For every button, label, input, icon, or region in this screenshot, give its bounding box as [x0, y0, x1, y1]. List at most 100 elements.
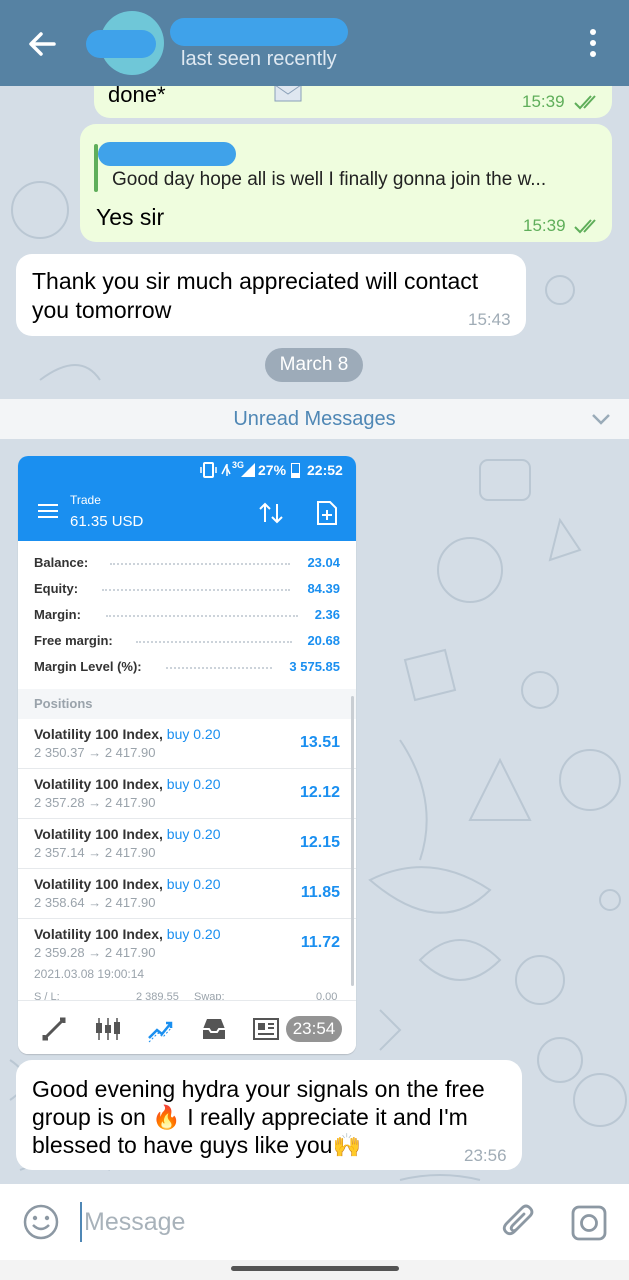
account-amount: 61.35 USD — [70, 513, 144, 530]
position-row: Volatility 100 Index, buy 0.20 2 357.14 … — [18, 819, 356, 869]
back-button[interactable] — [24, 26, 60, 62]
message-text: Yes sir — [96, 204, 165, 230]
unread-messages-bar: Unread Messages — [0, 399, 629, 439]
more-menu-button[interactable] — [580, 26, 606, 62]
position-title: Volatility 100 Index, buy 0.20 — [34, 776, 221, 792]
position-detail-cut: S / L: 2 389.55 Swap: 0.00 — [34, 991, 338, 1000]
message-text-line: Good evening hydra your signals on the f… — [32, 1076, 485, 1102]
position-prices: 2 359.28 → 2 417.90 — [34, 945, 156, 960]
position-profit: 12.15 — [299, 834, 340, 851]
reply-author-redacted — [98, 142, 236, 166]
photo-time: 23:54 — [286, 1016, 342, 1042]
dot-leader — [110, 563, 290, 565]
trade-chart-icon — [148, 1021, 173, 1043]
account-row: Free margin: 20.68 — [18, 629, 356, 655]
message-bubble-incoming[interactable]: Good evening hydra your signals on the f… — [16, 1060, 522, 1170]
account-value: 84.39 — [307, 581, 340, 596]
message-bubble-incoming[interactable]: Thank you sir much appreciated will cont… — [16, 254, 526, 336]
position-prices: 2 350.37 → 2 417.90 — [34, 745, 156, 760]
account-label: Balance: — [34, 555, 89, 570]
dot-leader — [166, 667, 272, 669]
position-row: Volatility 100 Index, buy 0.20 2 359.28 … — [18, 919, 356, 969]
position-profit: 12.12 — [299, 784, 340, 801]
camera-icon[interactable] — [570, 1204, 608, 1242]
position-row: Volatility 100 Index, buy 0.20 2 358.64 … — [18, 869, 356, 919]
account-value: 20.68 — [307, 633, 340, 648]
last-seen-status: last seen recently — [181, 48, 337, 70]
reply-quote-text[interactable]: Good day hope all is well I finally gonn… — [112, 169, 546, 191]
account-value: 2.36 — [314, 607, 340, 622]
message-time: 15:43 — [468, 310, 511, 329]
position-prices: 2 358.64 → 2 417.90 — [34, 895, 156, 910]
message-time: 15:39 — [522, 92, 565, 111]
account-value: 23.04 — [307, 555, 340, 570]
history-inbox-icon — [203, 1019, 225, 1039]
position-title: Volatility 100 Index, buy 0.20 — [34, 726, 221, 742]
double-check-icon — [574, 219, 596, 234]
chat-header: AR last seen recently — [0, 0, 629, 86]
double-check-icon — [574, 95, 596, 110]
message-input[interactable] — [80, 1202, 480, 1242]
unread-label: Unread Messages — [233, 408, 396, 430]
message-text-line: blessed to have guys like you🙌 — [32, 1132, 362, 1158]
account-value: 3 575.85 — [289, 659, 340, 674]
chevron-down-icon[interactable] — [591, 412, 611, 426]
envelope-emoji-icon — [274, 84, 302, 102]
position-profit: 11.85 — [300, 884, 340, 901]
sort-icon — [259, 502, 283, 524]
position-open-time: 2021.03.08 19:00:14 — [34, 967, 145, 981]
status-clock: 22:52 — [307, 462, 343, 478]
account-label: Margin Level (%): — [34, 659, 142, 674]
message-bubble-outgoing[interactable]: Good day hope all is well I finally gonn… — [80, 124, 612, 242]
position-title: Volatility 100 Index, buy 0.20 — [34, 926, 221, 942]
position-profit: 11.72 — [300, 934, 340, 951]
position-prices: 2 357.28 → 2 417.90 — [34, 795, 156, 810]
account-row: Margin Level (%): 3 575.85 — [18, 655, 356, 681]
paperclip-icon[interactable] — [500, 1202, 538, 1242]
system-navigation-bar — [0, 1260, 629, 1280]
message-text-line: Thank you sir much appreciated will cont… — [32, 268, 479, 294]
account-label: Margin: — [34, 607, 81, 622]
message-composer — [0, 1184, 629, 1260]
dot-leader — [102, 589, 290, 591]
chart-candles-icon — [96, 1018, 120, 1040]
photo-message[interactable]: 3G 27% 22:52 Trade 61.35 USD Balance: 23… — [18, 456, 356, 1054]
position-title: Volatility 100 Index, buy 0.20 — [34, 826, 221, 842]
new-order-icon — [317, 501, 337, 525]
positions-header: Positions — [18, 689, 356, 719]
quotes-arrows-icon — [42, 1017, 66, 1041]
redaction-mark — [86, 30, 156, 58]
account-label: Free margin: — [34, 633, 113, 648]
contact-name-redacted[interactable] — [170, 18, 348, 46]
message-text-line: group is on 🔥 I really appreciate it and… — [32, 1104, 468, 1130]
dot-leader — [106, 615, 298, 617]
dot-leader — [136, 641, 292, 643]
arrow-left-icon — [29, 32, 56, 56]
battery-percent: 27% — [258, 462, 287, 478]
scrollbar-thumb — [351, 696, 354, 986]
fire-emoji-icon: 🔥 — [152, 1104, 181, 1130]
message-text-line: you tomorrow — [32, 297, 172, 323]
message-time: 15:39 — [523, 216, 566, 235]
emoji-icon[interactable] — [22, 1203, 60, 1241]
position-row: Volatility 100 Index, buy 0.20 2 357.28 … — [18, 769, 356, 819]
hamburger-menu-icon — [38, 504, 58, 518]
message-time: 23:56 — [464, 1146, 507, 1165]
account-row: Margin: 2.36 — [18, 603, 356, 629]
home-gesture-handle[interactable] — [231, 1266, 399, 1271]
position-row: Volatility 100 Index, buy 0.20 2 350.37 … — [18, 719, 356, 769]
position-prices: 2 357.14 → 2 417.90 — [34, 845, 156, 860]
account-row: Equity: 84.39 — [18, 577, 356, 603]
date-separator: March 8 — [265, 348, 363, 382]
raising-hands-emoji-icon: 🙌 — [332, 1132, 362, 1158]
screen-title: Trade — [70, 493, 101, 507]
account-row: Balance: 23.04 — [18, 551, 356, 577]
mt5-header: 3G 27% 22:52 Trade 61.35 USD — [18, 456, 356, 541]
battery-icon — [291, 463, 300, 478]
signal-icon — [241, 463, 255, 477]
position-profit: 13.51 — [299, 734, 340, 751]
news-icon — [253, 1018, 279, 1040]
position-title: Volatility 100 Index, buy 0.20 — [34, 876, 221, 892]
account-label: Equity: — [34, 581, 79, 596]
vibrate-icon — [200, 462, 231, 478]
